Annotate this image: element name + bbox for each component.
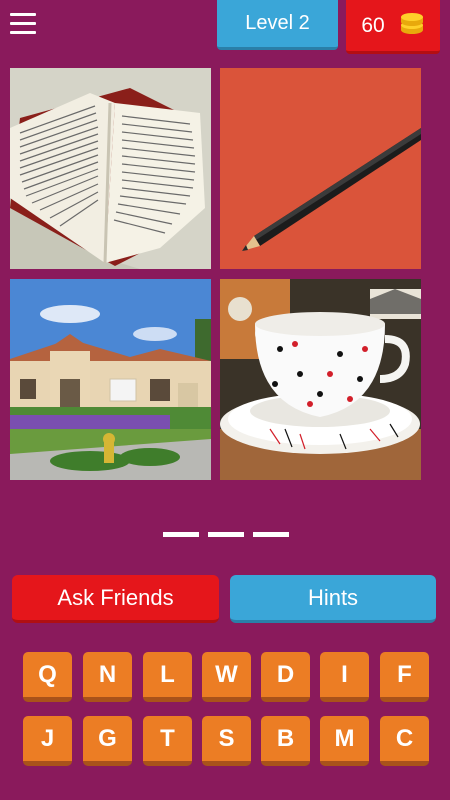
answer-slot[interactable] [208,532,244,537]
menu-icon[interactable] [10,13,36,35]
letter-key[interactable]: M [320,716,369,766]
ask-friends-button[interactable]: Ask Friends [12,575,219,623]
picture-pencil[interactable] [220,68,421,269]
letter-key[interactable]: B [261,716,310,766]
ask-friends-label: Ask Friends [57,584,174,610]
letter-keyboard: Q N L W D I F J G T S B M C [0,652,450,792]
letter-key[interactable]: L [143,652,192,702]
letter-key[interactable]: G [83,716,132,766]
coins-icon [399,11,425,41]
answer-slots [163,532,289,540]
picture-teacup[interactable] [220,279,421,480]
top-bar: Level 2 60 [0,0,450,56]
letter-key[interactable]: I [320,652,369,702]
letter-key[interactable]: C [380,716,429,766]
letter-key[interactable]: N [83,652,132,702]
letter-key[interactable]: F [380,652,429,702]
answer-slot[interactable] [253,532,289,537]
picture-house[interactable] [10,279,211,480]
answer-slot[interactable] [163,532,199,537]
letter-key[interactable]: J [23,716,72,766]
picture-open-book[interactable] [10,68,211,269]
level-badge: Level 2 [217,0,338,50]
letter-key[interactable]: Q [23,652,72,702]
letter-key[interactable]: T [143,716,192,766]
level-label: Level 2 [245,12,310,34]
hints-button[interactable]: Hints [230,575,436,623]
letter-key[interactable]: W [202,652,251,702]
letter-key[interactable]: S [202,716,251,766]
coin-counter[interactable]: 60 [346,0,440,54]
coin-count: 60 [361,13,385,37]
hints-label: Hints [307,584,359,610]
letter-key[interactable]: D [261,652,310,702]
picture-grid [10,68,421,480]
